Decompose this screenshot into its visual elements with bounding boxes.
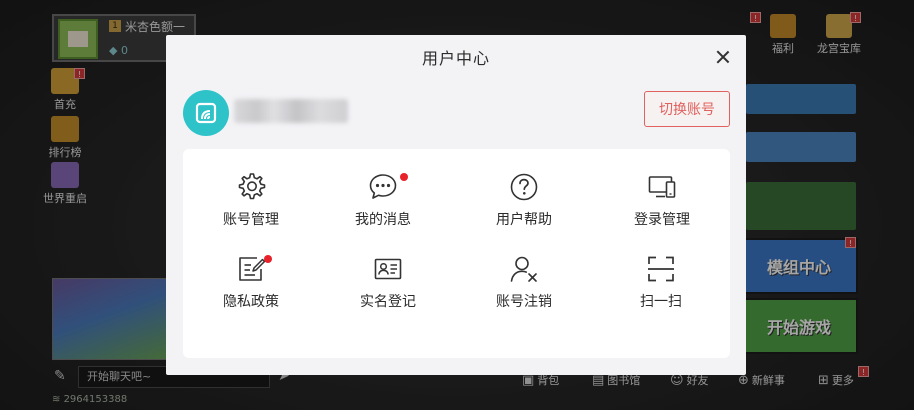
close-icon[interactable] (713, 47, 733, 67)
menu-item-real-name-registration[interactable]: 实名登记 (320, 253, 456, 335)
id-card-icon (374, 258, 402, 280)
menu-item-label: 我的消息 (355, 212, 411, 228)
message-icon (369, 174, 397, 199)
menu-item-my-messages[interactable]: 我的消息 (315, 171, 451, 253)
menu-item-scan[interactable]: 扫一扫 (593, 253, 729, 335)
user-center-menu-grid: 账号管理 我的消息 用户帮助 登录管理 隐私政策 实名登记 账号注销 扫一扫 (183, 149, 730, 358)
menu-item-account-deletion[interactable]: 账号注销 (456, 253, 592, 335)
scan-icon (648, 256, 674, 282)
menu-item-label: 实名登记 (360, 294, 416, 310)
user-name-obscured (234, 99, 348, 123)
notification-dot (400, 173, 408, 181)
privacy-edit-icon (239, 257, 266, 281)
devices-icon (648, 176, 676, 198)
menu-item-login-management[interactable]: 登录管理 (594, 171, 730, 253)
user-center-dialog: 用户中心 切换账号 账号管理 我的消息 用户帮助 登录管理 隐私政策 实名登记 … (166, 35, 746, 375)
menu-item-label: 登录管理 (634, 212, 690, 228)
app-logo-icon (195, 102, 217, 124)
menu-item-label: 扫一扫 (640, 294, 682, 310)
menu-item-label: 隐私政策 (223, 294, 279, 310)
switch-account-label: 切换账号 (659, 102, 715, 118)
gear-icon (238, 173, 266, 200)
menu-item-account-management[interactable]: 账号管理 (183, 171, 319, 253)
menu-item-label: 账号管理 (223, 212, 279, 228)
menu-item-user-help[interactable]: 用户帮助 (456, 171, 592, 253)
menu-item-privacy-policy[interactable]: 隐私政策 (183, 253, 319, 335)
notification-dot (264, 255, 272, 263)
dialog-title: 用户中心 (421, 49, 490, 68)
menu-item-label: 账号注销 (496, 294, 552, 310)
user-remove-icon (510, 256, 537, 282)
help-icon (510, 173, 538, 201)
menu-item-label: 用户帮助 (496, 212, 552, 228)
switch-account-button[interactable]: 切换账号 (644, 91, 730, 127)
user-avatar[interactable] (183, 90, 229, 136)
